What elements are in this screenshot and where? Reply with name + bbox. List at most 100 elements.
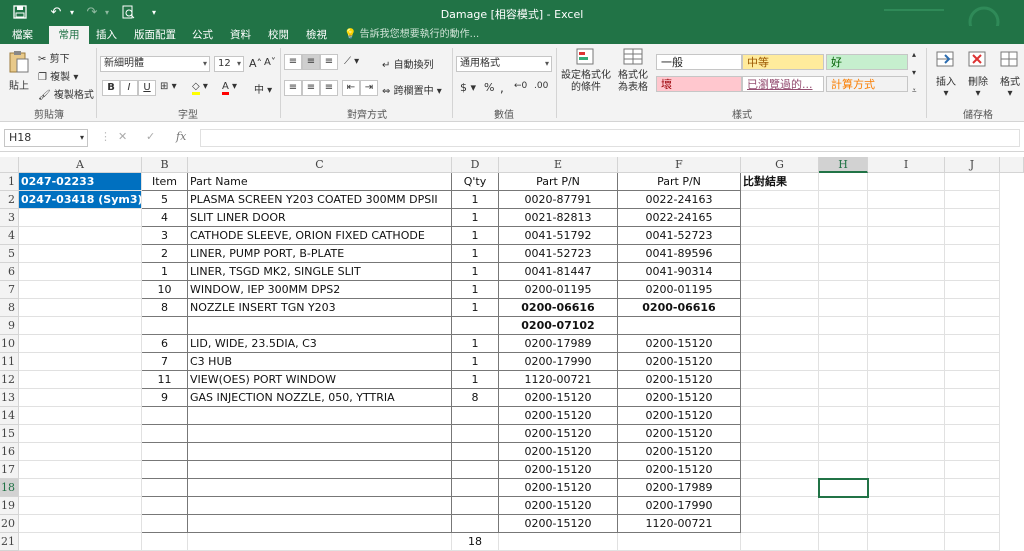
cell-style-item[interactable]: 計算方式 [826, 76, 908, 92]
row-header[interactable]: 9 [0, 317, 19, 335]
align-top-icon[interactable]: ≡ [284, 54, 302, 70]
align-bottom-icon[interactable]: ≡ [320, 54, 338, 70]
cell[interactable]: 1 [452, 245, 499, 263]
cell[interactable] [741, 407, 819, 425]
format-painter-button[interactable]: 🖌 複製格式 [38, 86, 94, 101]
cell[interactable]: 0041-51792 [499, 227, 618, 245]
cell[interactable] [819, 533, 868, 551]
row-header[interactable]: 5 [0, 245, 19, 263]
cell[interactable] [741, 497, 819, 515]
column-header-a[interactable]: A [19, 157, 142, 173]
cell[interactable] [741, 191, 819, 209]
row-header[interactable]: 6 [0, 263, 19, 281]
cell[interactable]: LINER, TSGD MK2, SINGLE SLIT [188, 263, 452, 281]
row-header[interactable]: 4 [0, 227, 19, 245]
cell[interactable] [868, 209, 945, 227]
cell[interactable]: NOZZLE INSERT TGN Y203 [188, 299, 452, 317]
gallery-more-icon[interactable]: ⩡ [912, 86, 917, 96]
cell[interactable] [868, 479, 945, 497]
format-as-table-button[interactable]: 格式化為表格 [614, 48, 652, 94]
cell[interactable] [452, 515, 499, 533]
cell[interactable] [945, 209, 1000, 227]
cell[interactable]: SLIT LINER DOOR [188, 209, 452, 227]
cell[interactable]: PLASMA SCREEN Y203 COATED 300MM DPSII [188, 191, 452, 209]
cell[interactable] [945, 533, 1000, 551]
cell[interactable]: LINER, PUMP PORT, B-PLATE [188, 245, 452, 263]
column-header-j[interactable]: J [945, 157, 1000, 173]
cell[interactable] [945, 317, 1000, 335]
cell[interactable] [868, 533, 945, 551]
cell[interactable] [819, 191, 868, 209]
cell[interactable] [819, 371, 868, 389]
grow-font-button[interactable]: A˄ [249, 57, 262, 70]
cell[interactable] [819, 335, 868, 353]
cell[interactable] [741, 263, 819, 281]
cell[interactable] [19, 263, 142, 281]
cell[interactable] [945, 389, 1000, 407]
cell[interactable] [819, 461, 868, 479]
column-header-d[interactable]: D [452, 157, 499, 173]
cell[interactable] [945, 263, 1000, 281]
cell[interactable] [868, 173, 945, 191]
cell[interactable] [819, 281, 868, 299]
underline-button[interactable]: U [138, 80, 156, 96]
cell[interactable] [142, 425, 188, 443]
cell[interactable] [868, 443, 945, 461]
cell[interactable] [819, 263, 868, 281]
cell[interactable]: 0041-90314 [618, 263, 741, 281]
enter-icon[interactable]: ✓ [146, 130, 155, 143]
column-header-e[interactable]: E [499, 157, 618, 173]
cell[interactable] [188, 461, 452, 479]
cell[interactable]: 0200-17990 [499, 353, 618, 371]
cell[interactable]: Item [142, 173, 188, 191]
cell[interactable]: 1120-00721 [499, 371, 618, 389]
cell[interactable] [945, 335, 1000, 353]
cell[interactable]: 8 [142, 299, 188, 317]
row-header[interactable]: 18 [0, 479, 19, 497]
cell[interactable] [741, 317, 819, 335]
cell[interactable] [19, 209, 142, 227]
cell-style-item[interactable]: 一般 [656, 54, 742, 70]
cell[interactable]: 0200-15120 [499, 497, 618, 515]
cell[interactable]: 2 [142, 245, 188, 263]
cell[interactable]: LID, WIDE, 23.5DIA, C3 [188, 335, 452, 353]
formula-input[interactable] [200, 129, 1020, 147]
insert-cells-button[interactable]: 插入 ▾ [932, 50, 960, 99]
cell[interactable]: 0200-15120 [618, 371, 741, 389]
cell[interactable] [819, 515, 868, 533]
cell[interactable]: 1 [452, 263, 499, 281]
cell[interactable]: 0200-15120 [499, 425, 618, 443]
cell[interactable]: 1 [452, 227, 499, 245]
cell[interactable] [741, 515, 819, 533]
cell[interactable] [945, 353, 1000, 371]
cell[interactable] [819, 317, 868, 335]
cell[interactable]: 0041-81447 [499, 263, 618, 281]
cell[interactable] [868, 515, 945, 533]
conditional-formatting-button[interactable]: 設定格式化的條件 [560, 48, 612, 94]
row-header[interactable]: 13 [0, 389, 19, 407]
cell[interactable] [945, 461, 1000, 479]
cell[interactable]: 0200-15120 [618, 389, 741, 407]
cell[interactable] [19, 425, 142, 443]
cell[interactable] [945, 191, 1000, 209]
cell[interactable]: 1 [452, 281, 499, 299]
comma-button[interactable]: , [500, 81, 504, 95]
cell[interactable] [868, 389, 945, 407]
italic-button[interactable]: I [120, 80, 138, 96]
name-box[interactable]: H18 ▾ [4, 129, 88, 147]
font-name-combo[interactable]: 新細明體 ▾ [100, 56, 210, 72]
number-format-combo[interactable]: 通用格式 ▾ [456, 56, 552, 72]
cell[interactable]: 0041-52723 [499, 245, 618, 263]
cancel-icon[interactable]: ✕ [118, 130, 127, 143]
cell[interactable]: 0200-01195 [499, 281, 618, 299]
row-header[interactable]: 2 [0, 191, 19, 209]
cell[interactable]: 0041-89596 [618, 245, 741, 263]
cell[interactable] [741, 299, 819, 317]
cell[interactable]: 0021-82813 [499, 209, 618, 227]
cell[interactable] [868, 407, 945, 425]
cell[interactable] [945, 425, 1000, 443]
tab-page-layout[interactable]: 版面配置 [128, 26, 182, 44]
cell[interactable] [741, 425, 819, 443]
cell[interactable]: Part Name [188, 173, 452, 191]
cell[interactable] [741, 389, 819, 407]
